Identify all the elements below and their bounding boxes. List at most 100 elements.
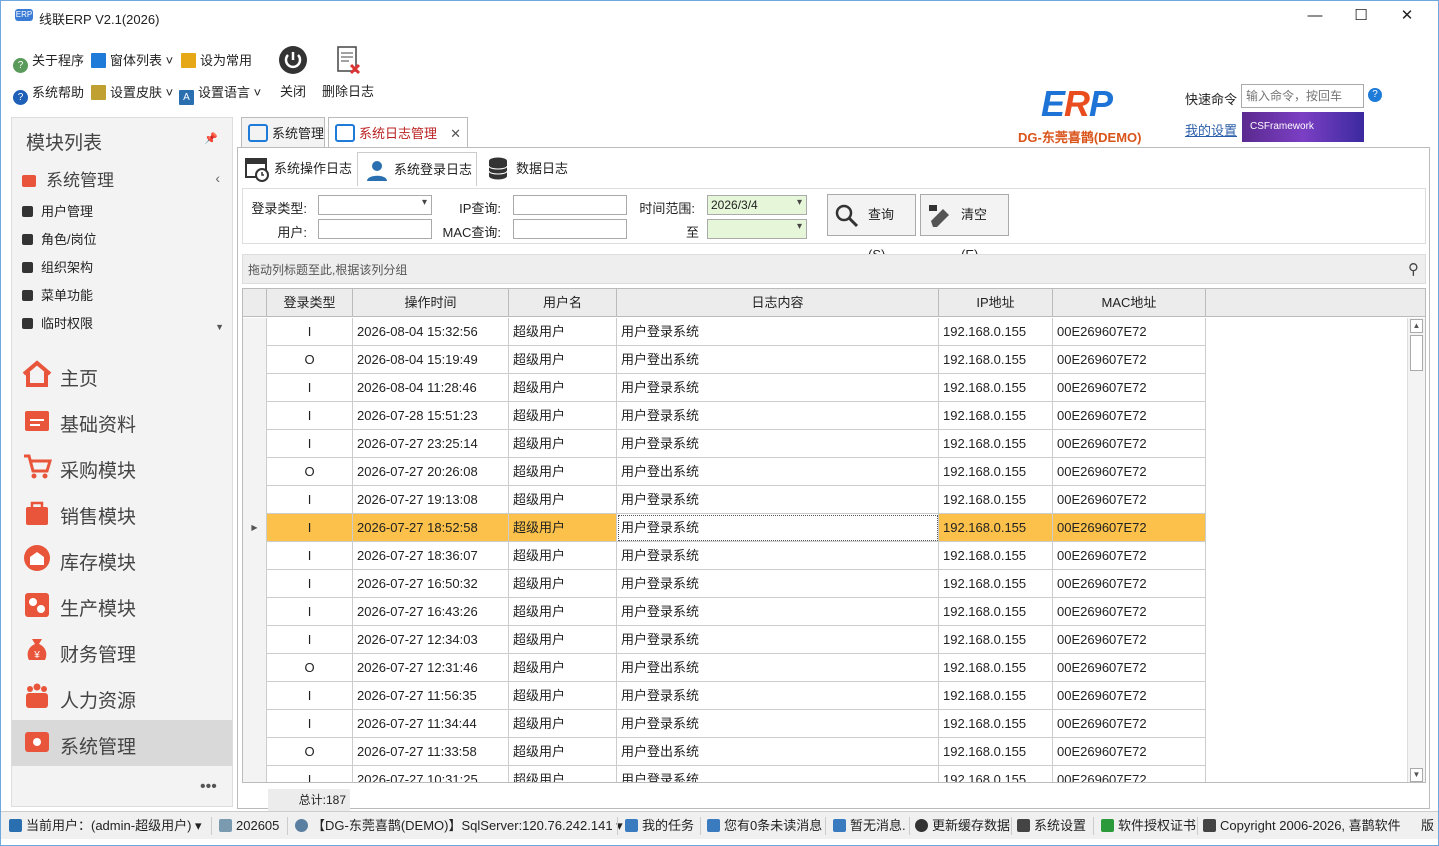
column-header[interactable]: MAC地址 — [1053, 289, 1206, 317]
quick-help-icon[interactable]: ? — [1368, 88, 1382, 102]
table-cell[interactable]: 2026-07-27 23:25:14 — [353, 430, 509, 458]
table-cell[interactable]: 00E269607E72 — [1053, 402, 1206, 430]
status-refresh-cache[interactable]: 更新缓存数据 — [915, 812, 1010, 840]
module-hr[interactable]: 人力资源 — [12, 674, 232, 720]
module-system[interactable]: 系统管理 — [12, 720, 232, 766]
table-cell[interactable]: 超级用户 — [509, 570, 617, 598]
table-cell[interactable]: 用户登录系统 — [617, 318, 939, 346]
status-no-message[interactable]: 暂无消息. — [833, 812, 906, 840]
table-cell[interactable]: 用户登录系统 — [617, 626, 939, 654]
date-to-select[interactable] — [707, 219, 807, 239]
module-production[interactable]: 生产模块 — [12, 582, 232, 628]
table-cell[interactable]: 00E269607E72 — [1053, 486, 1206, 514]
search-icon[interactable]: ⚲ — [1408, 255, 1419, 285]
table-cell[interactable]: 2026-08-04 15:32:56 — [353, 318, 509, 346]
table-cell[interactable]: 00E269607E72 — [1053, 430, 1206, 458]
vertical-scrollbar[interactable]: ▲ ▼ — [1407, 318, 1425, 782]
table-cell[interactable]: 00E269607E72 — [1053, 598, 1206, 626]
sidebar-item-roles[interactable]: 角色/岗位 — [22, 229, 97, 248]
table-cell[interactable]: 超级用户 — [509, 514, 617, 542]
table-cell[interactable]: 用户登出系统 — [617, 654, 939, 682]
table-cell[interactable]: 超级用户 — [509, 402, 617, 430]
table-cell[interactable]: 超级用户 — [509, 542, 617, 570]
pin-icon[interactable]: 📌 — [204, 132, 218, 145]
table-cell[interactable]: I — [267, 542, 353, 570]
row-indicator[interactable] — [243, 346, 267, 374]
table-cell[interactable]: 192.168.0.155 — [939, 766, 1053, 782]
set-common-button[interactable]: 设为常用 — [181, 50, 252, 72]
column-header[interactable]: 登录类型 — [267, 289, 353, 317]
module-inventory[interactable]: 库存模块 — [12, 536, 232, 582]
table-cell[interactable]: 2026-07-27 11:34:44 — [353, 710, 509, 738]
table-row[interactable]: I 2026-08-04 11:28:46 超级用户 用户登录系统 192.168.0.… — [243, 374, 1407, 402]
ip-input[interactable] — [513, 195, 627, 215]
table-cell[interactable]: 192.168.0.155 — [939, 402, 1053, 430]
group-panel[interactable]: 拖动列标题至此,根据该列分组 ⚲ — [242, 254, 1426, 284]
close-window-button[interactable]: ✕ — [1384, 1, 1430, 31]
sidebar-item-org[interactable]: 组织架构 — [22, 257, 93, 276]
table-cell[interactable]: O — [267, 738, 353, 766]
row-indicator[interactable] — [243, 374, 267, 402]
table-cell[interactable]: 192.168.0.155 — [939, 374, 1053, 402]
table-cell[interactable]: 2026-07-27 11:56:35 — [353, 682, 509, 710]
scroll-up-icon[interactable]: ▲ — [1410, 319, 1423, 333]
table-cell[interactable]: 超级用户 — [509, 318, 617, 346]
table-row[interactable]: I 2026-07-27 16:50:32 超级用户 用户登录系统 192.168.0.… — [243, 570, 1407, 598]
table-row[interactable]: I 2026-07-27 10:31:25 超级用户 用户登录系统 192.168.0.… — [243, 766, 1407, 782]
table-cell[interactable]: 用户登录系统 — [617, 402, 939, 430]
column-header[interactable]: 用户名 — [509, 289, 617, 317]
row-indicator[interactable] — [243, 458, 267, 486]
table-cell[interactable]: 2026-07-27 12:34:03 — [353, 626, 509, 654]
status-system-settings[interactable]: 系统设置 — [1017, 812, 1086, 840]
table-cell[interactable]: 2026-07-28 15:51:23 — [353, 402, 509, 430]
table-cell[interactable]: 2026-07-27 18:36:07 — [353, 542, 509, 570]
table-cell[interactable]: 00E269607E72 — [1053, 570, 1206, 598]
table-cell[interactable]: 用户登录系统 — [617, 598, 939, 626]
close-tab-button[interactable]: 关闭 — [263, 45, 323, 100]
row-indicator[interactable] — [243, 626, 267, 654]
sidebar-item-menu[interactable]: 菜单功能 — [22, 285, 93, 304]
query-button[interactable]: 查询(S) — [827, 194, 916, 262]
table-cell[interactable]: 00E269607E72 — [1053, 710, 1206, 738]
module-finance[interactable]: ¥ 财务管理 — [12, 628, 232, 674]
scroll-thumb[interactable] — [1410, 335, 1423, 371]
table-cell[interactable]: 超级用户 — [509, 430, 617, 458]
table-cell[interactable]: O — [267, 346, 353, 374]
table-cell[interactable]: 超级用户 — [509, 738, 617, 766]
tab-system-log[interactable]: 系统日志管理 ✕ — [328, 117, 468, 148]
mac-input[interactable] — [513, 219, 627, 239]
status-period[interactable]: 202605 — [219, 812, 279, 840]
table-cell[interactable]: 192.168.0.155 — [939, 738, 1053, 766]
status-unread[interactable]: 您有0条未读消息 — [707, 812, 822, 840]
table-cell[interactable]: I — [267, 374, 353, 402]
table-cell[interactable]: 超级用户 — [509, 346, 617, 374]
table-cell[interactable]: 用户登录系统 — [617, 486, 939, 514]
more-icon[interactable]: ••• — [200, 778, 217, 796]
table-cell[interactable]: 用户登出系统 — [617, 738, 939, 766]
subtab-operation-log[interactable]: 系统操作日志 — [238, 152, 356, 186]
table-cell[interactable]: 192.168.0.155 — [939, 598, 1053, 626]
table-cell[interactable]: 2026-08-04 15:19:49 — [353, 346, 509, 374]
table-cell[interactable]: 用户登出系统 — [617, 458, 939, 486]
module-home[interactable]: 主页 — [12, 352, 232, 398]
chevron-left-icon[interactable]: ‹ — [215, 170, 220, 186]
table-cell[interactable]: 用户登录系统 — [617, 682, 939, 710]
module-sales[interactable]: 销售模块 — [12, 490, 232, 536]
table-cell[interactable]: 用户登录系统 — [617, 374, 939, 402]
scroll-down-icon[interactable]: ▼ — [1410, 768, 1423, 782]
table-row[interactable]: O 2026-07-27 20:26:08 超级用户 用户登出系统 192.168.0.… — [243, 458, 1407, 486]
table-cell[interactable]: O — [267, 458, 353, 486]
delete-log-button[interactable]: 删除日志 — [318, 45, 378, 100]
table-cell[interactable]: 2026-07-27 11:33:58 — [353, 738, 509, 766]
table-cell[interactable]: 00E269607E72 — [1053, 374, 1206, 402]
table-cell[interactable]: 2026-07-27 19:13:08 — [353, 486, 509, 514]
table-row[interactable]: I 2026-07-27 19:13:08 超级用户 用户登录系统 192.168.0.… — [243, 486, 1407, 514]
table-row[interactable]: I 2026-07-27 11:56:35 超级用户 用户登录系统 192.168.0.… — [243, 682, 1407, 710]
table-cell[interactable]: I — [267, 710, 353, 738]
table-cell[interactable]: 超级用户 — [509, 374, 617, 402]
sidebar-item-users[interactable]: 用户管理 — [22, 201, 93, 220]
row-indicator[interactable] — [243, 402, 267, 430]
table-cell[interactable]: I — [267, 598, 353, 626]
user-input[interactable] — [318, 219, 432, 239]
table-cell[interactable]: 00E269607E72 — [1053, 682, 1206, 710]
